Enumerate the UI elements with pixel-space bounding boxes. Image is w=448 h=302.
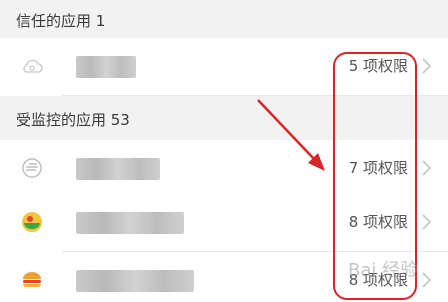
watermark: Bai 经验 [348,260,419,281]
app-name-blurred [76,56,136,78]
chevron-right-icon [422,160,432,176]
chevron-right-icon [422,58,432,74]
game-icon [22,212,42,232]
monitored-apps-title: 受监控的应用 53 [16,111,130,129]
chevron-right-icon [422,272,432,288]
chevron-right-icon [422,214,432,230]
browser-icon [22,158,42,178]
app-name-blurred [76,158,160,180]
trusted-apps-title: 信任的应用 1 [16,12,106,30]
app-name-blurred [76,212,184,234]
burger-icon [23,272,41,287]
app-name-blurred [76,270,194,292]
cloud-icon [23,59,43,73]
trusted-apps-header: 信任的应用 1 [0,0,448,38]
